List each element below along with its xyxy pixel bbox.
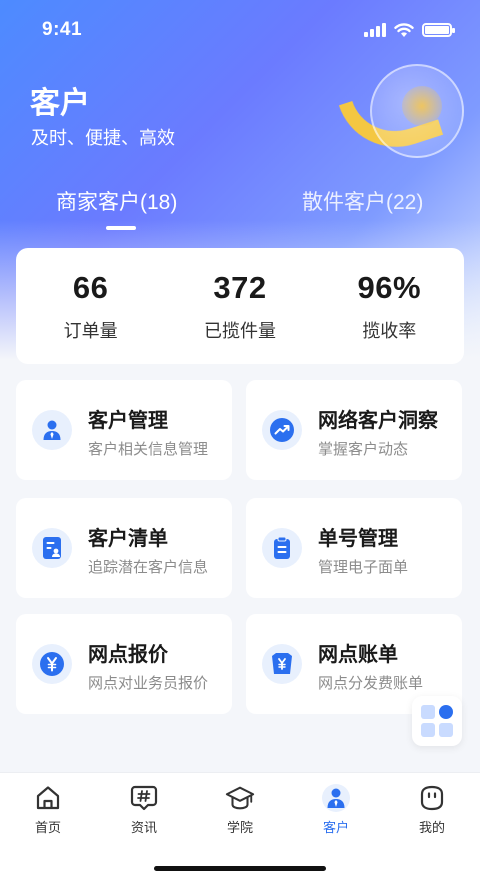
graduation-cap-icon (225, 783, 255, 813)
tabbar-item-news[interactable]: 资讯 (104, 783, 184, 836)
tab-individual-customers[interactable]: 散件客户(22) (302, 186, 423, 216)
page-subtitle: 及时、便捷、高效 (31, 128, 175, 148)
stat-order-count: 66 订单量 (16, 248, 165, 364)
tabbar-label: 客户 (322, 820, 349, 835)
card-outlet-quotation[interactable]: 网点报价 网点对业务员报价 (16, 614, 232, 714)
banana-illustration (338, 60, 470, 170)
trend-chart-icon (262, 410, 302, 450)
card-subtitle: 网点对业务员报价 (88, 675, 209, 692)
wifi-icon (394, 22, 414, 37)
floating-app-grid-button[interactable] (412, 696, 462, 746)
page-title: 客户 (30, 87, 90, 120)
home-icon (33, 783, 63, 813)
cellular-signal-icon (364, 23, 386, 37)
profile-face-icon (417, 783, 447, 813)
tabbar-item-home[interactable]: 首页 (8, 783, 88, 836)
stat-value: 372 (213, 270, 267, 305)
status-time: 9:41 (42, 19, 83, 40)
stat-value: 96% (357, 270, 422, 305)
card-title: 客户管理 (88, 410, 168, 432)
battery-icon (422, 23, 455, 37)
customer-person-icon (321, 783, 351, 813)
card-title: 网点账单 (318, 644, 398, 666)
card-subtitle: 追踪潜在客户信息 (88, 559, 209, 576)
tabbar-label: 学院 (226, 820, 253, 835)
tabbar-item-customers[interactable]: 客户 (296, 783, 376, 836)
card-title: 单号管理 (318, 528, 398, 550)
contact-list-icon (32, 528, 72, 568)
status-bar: 9:41 (0, 0, 480, 60)
stats-panel: 66 订单量 372 已揽件量 96% 揽收率 (16, 248, 464, 364)
active-tab-indicator (106, 226, 136, 230)
app-grid-icon (421, 705, 453, 737)
stat-value: 66 (72, 270, 109, 305)
status-icons (364, 22, 455, 38)
card-subtitle: 掌握客户动态 (318, 441, 409, 458)
card-customer-list[interactable]: 客户清单 追踪潜在客户信息 (16, 498, 232, 598)
stat-label: 已揽件量 (203, 321, 276, 341)
card-subtitle: 客户相关信息管理 (88, 441, 209, 458)
clipboard-icon (262, 528, 302, 568)
card-title: 网络客户洞察 (318, 410, 438, 432)
stat-label: 揽收率 (362, 321, 417, 341)
card-title: 网点报价 (88, 644, 168, 666)
hashtag-message-icon (129, 783, 159, 813)
home-indicator (154, 866, 326, 871)
yen-bill-icon (262, 644, 302, 684)
tabbar-item-academy[interactable]: 学院 (200, 783, 280, 836)
card-network-customer-insight[interactable]: 网络客户洞察 掌握客户动态 (246, 380, 462, 480)
yen-coin-icon (32, 644, 72, 684)
stat-collection-rate: 96% 揽收率 (315, 248, 464, 364)
tabbar-label: 我的 (418, 820, 445, 835)
card-tracking-number-management[interactable]: 单号管理 管理电子面单 (246, 498, 462, 598)
tabbar-label: 资讯 (130, 820, 157, 835)
tabbar-item-profile[interactable]: 我的 (392, 783, 472, 836)
stat-collected-count: 372 已揽件量 (165, 248, 314, 364)
tab-merchant-customers[interactable]: 商家客户(18) (56, 186, 177, 216)
card-title: 客户清单 (88, 528, 168, 550)
card-subtitle: 管理电子面单 (318, 559, 409, 576)
tabbar-label: 首页 (34, 820, 61, 835)
customer-type-tabs: 商家客户(18) 散件客户(22) (0, 186, 480, 232)
customer-person-icon (32, 410, 72, 450)
card-subtitle: 网点分发费账单 (318, 675, 424, 692)
stat-label: 订单量 (63, 321, 118, 341)
card-customer-management[interactable]: 客户管理 客户相关信息管理 (16, 380, 232, 480)
